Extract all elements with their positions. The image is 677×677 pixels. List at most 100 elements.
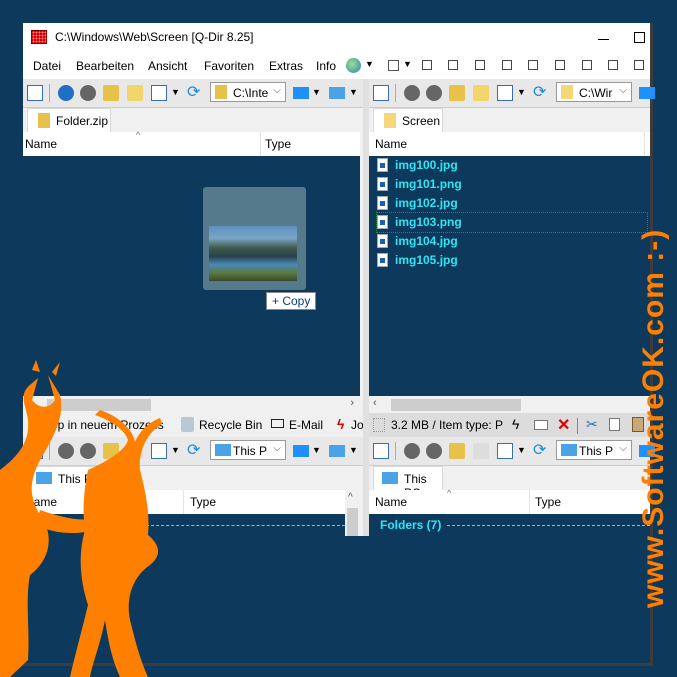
email-icon[interactable] — [534, 420, 548, 430]
chevron-down-icon[interactable]: ⌵ — [273, 85, 281, 96]
new-folder-icon[interactable] — [473, 443, 489, 459]
layout-3pane-a-icon[interactable] — [448, 60, 458, 70]
file-item-focused[interactable]: img103.png — [376, 212, 648, 233]
forward-icon[interactable] — [80, 85, 96, 101]
group-header-folders[interactable]: Folders (7) — [380, 518, 441, 532]
address-bar-bottom-right[interactable]: This P ⌵ — [556, 440, 632, 460]
layout-dropdown-icon[interactable]: ▼ — [403, 59, 412, 69]
monitor-dropdown-icon[interactable]: ▼ — [349, 87, 358, 97]
vertical-scrollbar-bottom-left[interactable]: ^ — [345, 490, 360, 536]
column-name[interactable]: Name — [25, 137, 57, 151]
menu-bar: Datei Bearbeiten Ansicht Favoriten Extra… — [23, 53, 650, 79]
quicklink-recycle-bin[interactable]: Recycle Bin — [199, 418, 262, 432]
chevron-down-icon[interactable]: ⌵ — [619, 85, 627, 96]
view-dropdown-icon[interactable]: ▼ — [517, 87, 526, 97]
screen-color-icon[interactable] — [293, 445, 309, 457]
color-dropdown-icon[interactable]: ▼ — [312, 87, 321, 97]
file-item[interactable]: img102.jpg — [377, 194, 647, 213]
refresh-icon[interactable]: ⟳ — [533, 85, 549, 101]
column-header-top-right: Name — [369, 132, 650, 157]
scrollbar-thumb[interactable] — [347, 508, 358, 536]
cut-scissors-icon[interactable]: ✂ — [586, 416, 598, 433]
view-dropdown-icon[interactable]: ▼ — [171, 87, 180, 97]
menu-favoriten[interactable]: Favoriten — [204, 59, 254, 73]
view-dropdown-icon[interactable]: ▼ — [517, 445, 526, 455]
file-item[interactable]: img101.png — [377, 175, 647, 194]
layout-4row-icon[interactable] — [582, 60, 592, 70]
tab-folder-zip[interactable]: Folder.zip — [27, 108, 111, 132]
layout-2row-icon[interactable] — [528, 60, 538, 70]
file-list-top-right[interactable]: img100.jpg img101.png img102.jpg img103.… — [369, 156, 650, 396]
tab-this-pc[interactable]: This PC — [373, 466, 443, 500]
minimize-icon[interactable] — [598, 31, 610, 43]
tab-screen[interactable]: Screen — [373, 108, 443, 132]
menu-datei[interactable]: Datei — [33, 59, 61, 73]
delete-x-icon[interactable]: ✕ — [557, 415, 570, 435]
globe-mouse-icon[interactable] — [346, 58, 361, 73]
folder-up-icon[interactable] — [103, 85, 119, 101]
monitor-icon[interactable] — [329, 87, 345, 99]
view-mode-icon[interactable] — [497, 443, 513, 459]
column-name[interactable]: Name — [375, 137, 407, 151]
chevron-down-icon[interactable]: ⌵ — [273, 443, 281, 454]
folder-up-icon[interactable] — [449, 443, 465, 459]
panel-toggle-icon[interactable] — [27, 85, 43, 101]
back-icon[interactable] — [404, 443, 420, 459]
address-bar-bottom-left[interactable]: This P ⌵ — [210, 440, 286, 460]
this-pc-icon — [215, 444, 231, 456]
quicklink-email[interactable]: E-Mail — [289, 418, 323, 432]
chevron-down-icon[interactable]: ⌵ — [619, 443, 627, 454]
scroll-left-icon[interactable]: ‹ — [373, 397, 377, 409]
file-item[interactable]: img104.jpg — [377, 232, 647, 251]
layout-4pane-icon[interactable] — [388, 60, 399, 71]
forward-icon[interactable] — [426, 443, 442, 459]
file-item[interactable]: img105.jpg — [377, 251, 647, 270]
folder-up-icon[interactable] — [449, 85, 465, 101]
refresh-icon[interactable]: ⟳ — [187, 85, 203, 101]
monitor-dropdown-icon[interactable]: ▼ — [349, 445, 358, 455]
title-bar[interactable]: C:\Windows\Web\Screen [Q-Dir 8.25] — [23, 23, 650, 53]
menu-ansicht[interactable]: Ansicht — [148, 59, 187, 73]
lightning-outline-icon[interactable]: ϟ — [512, 416, 519, 432]
layout-3col-icon[interactable] — [608, 60, 618, 70]
view-mode-icon[interactable] — [497, 85, 513, 101]
scroll-up-icon[interactable]: ^ — [348, 492, 353, 503]
view-mode-icon[interactable] — [151, 85, 167, 101]
info-icon — [373, 418, 385, 432]
horizontal-scrollbar-top-right[interactable]: ‹ — [369, 396, 650, 413]
menu-info[interactable]: Info — [316, 59, 336, 73]
menu-extras[interactable]: Extras — [269, 59, 303, 73]
back-icon[interactable] — [404, 85, 420, 101]
file-list-bottom-right[interactable]: Folders (7) — [369, 514, 650, 536]
new-folder-icon[interactable] — [473, 85, 489, 101]
layout-grid-icon[interactable] — [422, 60, 432, 70]
scrollbar-thumb[interactable] — [391, 399, 521, 411]
image-file-icon — [377, 234, 388, 248]
column-type[interactable]: Type — [535, 495, 561, 509]
refresh-icon[interactable]: ⟳ — [533, 443, 549, 459]
panel-toggle-icon[interactable] — [373, 85, 389, 101]
layout-4col-icon[interactable] — [555, 60, 565, 70]
monitor-icon[interactable] — [329, 445, 345, 457]
column-type[interactable]: Type — [265, 137, 291, 151]
zip-folder-icon — [215, 85, 227, 99]
panel-toggle-icon[interactable] — [373, 443, 389, 459]
column-name[interactable]: Name — [375, 495, 407, 509]
layout-3pane-b-icon[interactable] — [475, 60, 485, 70]
copy-icon[interactable] — [609, 418, 620, 431]
menu-bearbeiten[interactable]: Bearbeiten — [76, 59, 134, 73]
back-icon[interactable] — [58, 85, 74, 101]
quicklink-jo[interactable]: Jo — [351, 418, 364, 432]
address-bar-top-left[interactable]: C:\Inte ⌵ — [210, 82, 286, 102]
forward-icon[interactable] — [426, 85, 442, 101]
folder-icon — [384, 113, 396, 128]
layout-2col-icon[interactable] — [502, 60, 512, 70]
folder-icon — [561, 85, 573, 99]
address-bar-top-right[interactable]: C:\Wir ⌵ — [556, 82, 632, 102]
dropdown-arrow-icon[interactable]: ▼ — [365, 59, 374, 69]
color-dropdown-icon[interactable]: ▼ — [312, 445, 321, 455]
file-item[interactable]: img100.jpg — [377, 156, 647, 175]
screen-color-icon[interactable] — [293, 87, 309, 99]
new-folder-icon[interactable] — [127, 85, 143, 101]
scroll-right-icon[interactable]: › — [350, 397, 354, 409]
